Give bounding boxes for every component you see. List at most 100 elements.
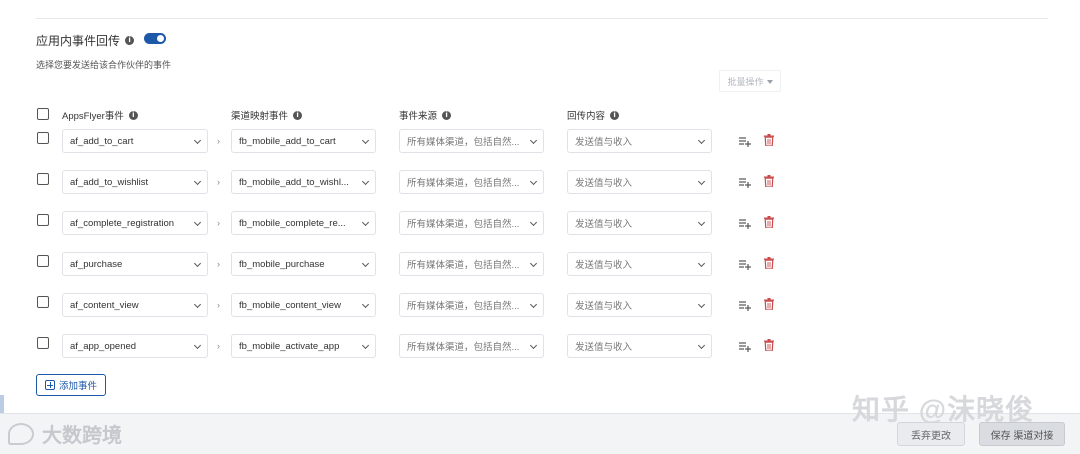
save-button[interactable]: 保存 渠道对接 bbox=[979, 422, 1065, 446]
event-source-select[interactable]: 所有媒体渠道，包括自然... bbox=[399, 211, 544, 235]
trash-icon[interactable] bbox=[764, 216, 774, 228]
appsflyer-event-select[interactable]: af_app_opened bbox=[62, 334, 208, 358]
event-source-select[interactable]: 所有媒体渠道，包括自然... bbox=[399, 334, 544, 358]
appsflyer-event-value: af_add_to_wishlist bbox=[70, 176, 149, 188]
appsflyer-event-select[interactable]: af_purchase bbox=[62, 252, 208, 276]
postback-content-select[interactable]: 发送值与收入 bbox=[567, 252, 712, 276]
bulk-action-dropdown[interactable]: 批量操作 bbox=[719, 70, 781, 92]
mapped-event-value: fb_mobile_add_to_cart bbox=[239, 135, 336, 147]
header-appsflyer: AppsFlyer事件 i bbox=[62, 108, 138, 122]
postback-content-select[interactable]: 发送值与收入 bbox=[567, 211, 712, 235]
appsflyer-event-value: af_content_view bbox=[70, 299, 139, 311]
info-icon[interactable]: i bbox=[442, 110, 452, 120]
chevron-down-icon bbox=[529, 177, 538, 186]
postback-toggle[interactable] bbox=[144, 33, 166, 44]
table-header: AppsFlyer事件 i 渠道映射事件 i 事件来源 i 回传内容 i bbox=[0, 106, 1080, 122]
mapped-event-value: fb_mobile_content_view bbox=[239, 299, 341, 311]
select-all-checkbox[interactable] bbox=[37, 108, 49, 120]
mapped-event-select[interactable]: fb_mobile_add_to_wishl... bbox=[231, 170, 376, 194]
event-source-select[interactable]: 所有媒体渠道，包括自然... bbox=[399, 293, 544, 317]
row-checkbox[interactable] bbox=[37, 337, 49, 349]
postback-content-select[interactable]: 发送值与收入 bbox=[567, 293, 712, 317]
bulk-action-label: 批量操作 bbox=[727, 76, 764, 87]
appsflyer-event-select[interactable]: af_content_view bbox=[62, 293, 208, 317]
row-checkbox[interactable] bbox=[37, 296, 49, 308]
event-source-select[interactable]: 所有媒体渠道，包括自然... bbox=[399, 129, 544, 153]
appsflyer-event-select[interactable]: af_add_to_cart bbox=[62, 129, 208, 153]
postback-content-select[interactable]: 发送值与收入 bbox=[567, 170, 712, 194]
appsflyer-event-value: af_purchase bbox=[70, 258, 123, 270]
postback-content-value: 发送值与收入 bbox=[575, 301, 633, 312]
add-row-icon[interactable] bbox=[739, 217, 751, 229]
mapped-event-value: fb_mobile_add_to_wishl... bbox=[239, 176, 349, 188]
chevron-down-icon bbox=[361, 177, 370, 186]
add-row-icon[interactable] bbox=[739, 299, 751, 311]
add-row-icon[interactable] bbox=[739, 176, 751, 188]
table-row: af_add_to_cart › fb_mobile_add_to_cart 所有媒体… bbox=[0, 129, 1080, 153]
trash-icon[interactable] bbox=[764, 257, 774, 269]
left-edge-bar bbox=[0, 395, 4, 415]
row-checkbox[interactable] bbox=[37, 255, 49, 267]
mapped-event-select[interactable]: fb_mobile_add_to_cart bbox=[231, 129, 376, 153]
add-row-icon[interactable] bbox=[739, 340, 751, 352]
mapped-event-select[interactable]: fb_mobile_complete_re... bbox=[231, 211, 376, 235]
event-source-select[interactable]: 所有媒体渠道，包括自然... bbox=[399, 252, 544, 276]
info-icon[interactable]: i bbox=[293, 110, 303, 120]
postback-content-value: 发送值与收入 bbox=[575, 219, 633, 230]
chevron-down-icon bbox=[361, 218, 370, 227]
trash-icon[interactable] bbox=[764, 339, 774, 351]
info-icon[interactable]: i bbox=[610, 110, 620, 120]
discard-changes-button[interactable]: 丢弃更改 bbox=[897, 422, 965, 446]
chevron-down-icon bbox=[193, 300, 202, 309]
postback-content-value: 发送值与收入 bbox=[575, 137, 633, 148]
row-checkbox[interactable] bbox=[37, 214, 49, 226]
appsflyer-event-value: af_complete_registration bbox=[70, 217, 175, 229]
row-checkbox[interactable] bbox=[37, 132, 49, 144]
top-divider bbox=[36, 18, 1048, 19]
table-row: af_app_opened › fb_mobile_activate_app 所有媒体… bbox=[0, 334, 1080, 358]
appsflyer-event-value: af_add_to_cart bbox=[70, 135, 134, 147]
trash-icon[interactable] bbox=[764, 175, 774, 187]
chevron-right-icon: › bbox=[217, 341, 220, 351]
table-row: af_content_view › fb_mobile_content_view 所有… bbox=[0, 293, 1080, 317]
add-row-icon[interactable] bbox=[739, 258, 751, 270]
mapped-event-select[interactable]: fb_mobile_purchase bbox=[231, 252, 376, 276]
appsflyer-event-select[interactable]: af_complete_registration bbox=[62, 211, 208, 235]
table-row: af_complete_registration › fb_mobile_compl… bbox=[0, 211, 1080, 235]
chevron-down-icon bbox=[697, 136, 706, 145]
info-icon[interactable]: i bbox=[128, 110, 138, 120]
chevron-down-icon bbox=[529, 259, 538, 268]
watermark-left: 大数跨境 bbox=[8, 419, 122, 448]
chevron-down-icon bbox=[529, 300, 538, 309]
header-source: 事件来源 i bbox=[399, 108, 452, 122]
trash-icon[interactable] bbox=[764, 134, 774, 146]
chevron-right-icon: › bbox=[217, 177, 220, 187]
postback-content-select[interactable]: 发送值与收入 bbox=[567, 129, 712, 153]
info-icon[interactable]: i bbox=[125, 36, 135, 45]
section-title: 应用内事件回传 i bbox=[36, 32, 135, 49]
header-source-label: 事件来源 bbox=[399, 111, 438, 122]
chevron-down-icon bbox=[529, 341, 538, 350]
add-row-icon[interactable] bbox=[739, 135, 751, 147]
mapped-event-select[interactable]: fb_mobile_activate_app bbox=[231, 334, 376, 358]
event-source-value: 所有媒体渠道，包括自然... bbox=[407, 342, 520, 353]
add-event-button[interactable]: 添加事件 bbox=[36, 374, 106, 396]
postback-content-value: 发送值与收入 bbox=[575, 342, 633, 353]
event-source-value: 所有媒体渠道，包括自然... bbox=[407, 178, 520, 189]
mapped-event-value: fb_mobile_activate_app bbox=[239, 340, 340, 352]
trash-icon[interactable] bbox=[764, 298, 774, 310]
event-source-value: 所有媒体渠道，包括自然... bbox=[407, 301, 520, 312]
watermark-left-text: 大数跨境 bbox=[42, 425, 122, 447]
mapped-event-value: fb_mobile_complete_re... bbox=[239, 217, 346, 229]
appsflyer-event-select[interactable]: af_add_to_wishlist bbox=[62, 170, 208, 194]
row-checkbox[interactable] bbox=[37, 173, 49, 185]
chevron-down-icon bbox=[193, 136, 202, 145]
event-source-value: 所有媒体渠道，包括自然... bbox=[407, 137, 520, 148]
event-source-select[interactable]: 所有媒体渠道，包括自然... bbox=[399, 170, 544, 194]
event-source-value: 所有媒体渠道，包括自然... bbox=[407, 260, 520, 271]
mapped-event-value: fb_mobile_purchase bbox=[239, 258, 325, 270]
mapped-event-select[interactable]: fb_mobile_content_view bbox=[231, 293, 376, 317]
chevron-down-icon bbox=[361, 259, 370, 268]
caret-down-icon bbox=[766, 80, 773, 84]
postback-content-select[interactable]: 发送值与收入 bbox=[567, 334, 712, 358]
